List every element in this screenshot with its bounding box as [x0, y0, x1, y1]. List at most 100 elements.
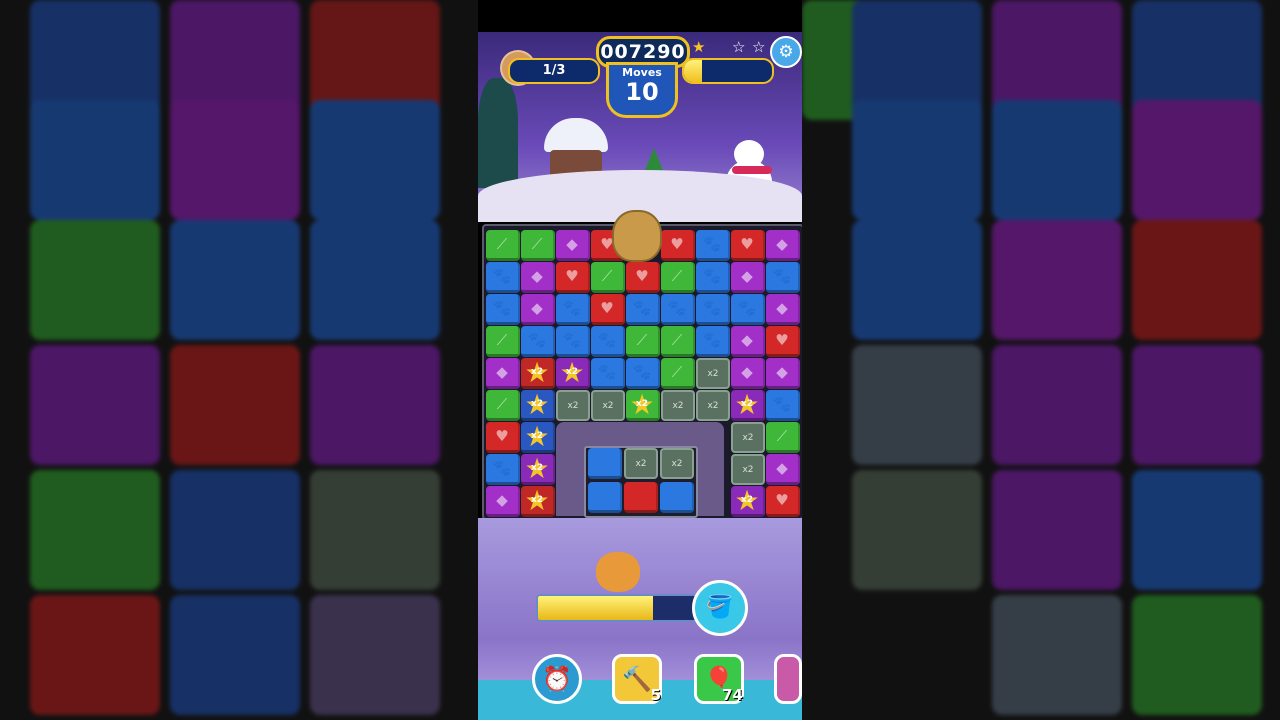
tile-red[interactable]: ♥	[731, 230, 765, 261]
tile-purple[interactable]: ◆	[766, 230, 800, 261]
star-multiplier-tile[interactable]: ★ x2	[731, 389, 765, 421]
tile-blue[interactable]: 🐾	[626, 294, 660, 325]
tile-blue[interactable]: 🐾	[486, 262, 520, 293]
tile-purple[interactable]: ◆	[486, 486, 520, 517]
crate-tile[interactable]: x2	[696, 390, 730, 421]
alarm-clock-icon: ⏰	[542, 665, 572, 693]
snowman-head	[734, 140, 764, 168]
crate-tile[interactable]: x2	[556, 390, 590, 421]
tile-blue[interactable]: 🐾	[556, 294, 590, 325]
crate-tile[interactable]: x2	[661, 390, 695, 421]
power-meter-fill	[538, 596, 654, 620]
tile-red[interactable]: ♥	[661, 230, 695, 261]
hammer-icon: 🔨	[622, 665, 652, 693]
tile-purple[interactable]: ◆	[556, 230, 590, 261]
tile-green[interactable]: ⟋	[661, 326, 695, 357]
booster-hammer-count: 5	[650, 686, 661, 704]
tile-green[interactable]: ⟋	[486, 230, 520, 261]
multiplier-label: x2	[530, 463, 544, 473]
star-multiplier-tile[interactable]: ★ x2	[521, 357, 555, 389]
tile-green[interactable]: ⟋	[521, 230, 555, 261]
tile-purple[interactable]: ◆	[766, 294, 800, 325]
tile-green[interactable]: ⟋	[591, 262, 625, 293]
multiplier-label: x2	[530, 431, 544, 441]
booster-alarm-button[interactable]: ⏰	[532, 654, 582, 704]
tile-purple[interactable]: ◆	[731, 262, 765, 293]
settings-button[interactable]: ⚙	[770, 36, 802, 68]
tile-green[interactable]: ⟋	[486, 326, 520, 357]
crate-tile[interactable]: x2	[591, 390, 625, 421]
tile-blue[interactable]: 🐾	[731, 294, 765, 325]
tile-purple[interactable]: ◆	[521, 294, 555, 325]
tile-blue[interactable]: 🐾	[591, 358, 625, 389]
tile-blue[interactable]: 🐾	[766, 390, 800, 421]
tile-green[interactable]: ⟋	[486, 390, 520, 421]
caged-tile	[588, 482, 622, 513]
gear-icon: ⚙	[778, 42, 794, 62]
booster-partial-button[interactable]	[774, 654, 802, 704]
multiplier-label: x2	[740, 495, 754, 505]
star-multiplier-tile[interactable]: ★ x2	[521, 389, 555, 421]
multiplier-label: x2	[635, 399, 649, 409]
tile-blue[interactable]: 🐾	[556, 326, 590, 357]
caged-tile	[660, 482, 694, 513]
tile-blue[interactable]: 🐾	[486, 294, 520, 325]
multiplier-label: x2	[565, 367, 579, 377]
tile-red[interactable]: ♥	[626, 262, 660, 293]
multiplier-label: x2	[530, 495, 544, 505]
tile-green[interactable]: ⟋	[626, 326, 660, 357]
tile-red[interactable]: ♥	[766, 486, 800, 517]
caged-tile	[624, 482, 658, 513]
caged-tile: x2	[624, 448, 658, 479]
tile-purple[interactable]: ◆	[731, 326, 765, 357]
tile-blue[interactable]: 🐾	[696, 294, 730, 325]
tile-purple[interactable]: ◆	[766, 358, 800, 389]
multiplier-label: x2	[530, 399, 544, 409]
tile-red[interactable]: ♥	[591, 294, 625, 325]
crate-tile[interactable]: x2	[731, 422, 765, 453]
tile-blue[interactable]: 🐾	[766, 262, 800, 293]
star-multiplier-tile[interactable]: ★ x2	[731, 485, 765, 517]
booster-hammer-button[interactable]: 🔨 5	[612, 654, 662, 704]
tile-blue[interactable]: 🐾	[521, 326, 555, 357]
crate-tile[interactable]: x2	[731, 454, 765, 485]
star-multiplier-tile[interactable]: ★ x2	[556, 357, 590, 389]
tile-blue[interactable]: 🐾	[486, 454, 520, 485]
star-icon: ☆	[752, 38, 766, 56]
pine-tree	[478, 78, 518, 188]
tile-blue[interactable]: 🐾	[696, 262, 730, 293]
power-meter	[536, 594, 700, 622]
score-progress-bar	[682, 58, 774, 84]
star-multiplier-tile[interactable]: ★ x2	[521, 453, 555, 485]
tile-purple[interactable]: ◆	[521, 262, 555, 293]
star-multiplier-tile[interactable]: ★ x2	[626, 389, 660, 421]
tile-blue[interactable]: 🐾	[696, 230, 730, 261]
score-progress-fill	[684, 60, 702, 82]
tile-purple[interactable]: ◆	[731, 358, 765, 389]
tile-green[interactable]: ⟋	[661, 358, 695, 389]
caged-tile	[588, 448, 622, 479]
tile-blue[interactable]: 🐾	[591, 326, 625, 357]
tile-red[interactable]: ♥	[486, 422, 520, 453]
tile-purple[interactable]: ◆	[486, 358, 520, 389]
snowman-scarf	[732, 166, 772, 174]
paint-bucket-button[interactable]: 🪣	[692, 580, 748, 636]
tile-blue[interactable]: 🐾	[626, 358, 660, 389]
star-multiplier-tile[interactable]: ★ x2	[521, 421, 555, 453]
multiplier-label: x2	[740, 399, 754, 409]
star-multiplier-tile[interactable]: ★ x2	[521, 485, 555, 517]
tile-blue[interactable]: 🐾	[661, 294, 695, 325]
tile-red[interactable]: ♥	[766, 326, 800, 357]
goal-counter: 1/3	[508, 58, 600, 84]
tile-purple[interactable]: ◆	[766, 454, 800, 485]
tile-red[interactable]: ♥	[556, 262, 590, 293]
crate-tile[interactable]: x2	[696, 358, 730, 389]
tile-green[interactable]: ⟋	[661, 262, 695, 293]
game-screen: 1/3 007290 Moves 10 ★ ☆ ☆ ⚙ ⟋ ⟋ ◆ ♥ ♥ 🐾 ♥ ◆ 🐾 ◆ ♥ ⟋…	[478, 0, 802, 720]
booster-balloons-count: 74	[722, 686, 743, 704]
booster-balloons-button[interactable]: 🎈 74	[694, 654, 744, 704]
tile-green[interactable]: ⟋	[766, 422, 800, 453]
moves-value: 10	[625, 78, 659, 106]
background-left	[0, 0, 478, 720]
tile-blue[interactable]: 🐾	[696, 326, 730, 357]
